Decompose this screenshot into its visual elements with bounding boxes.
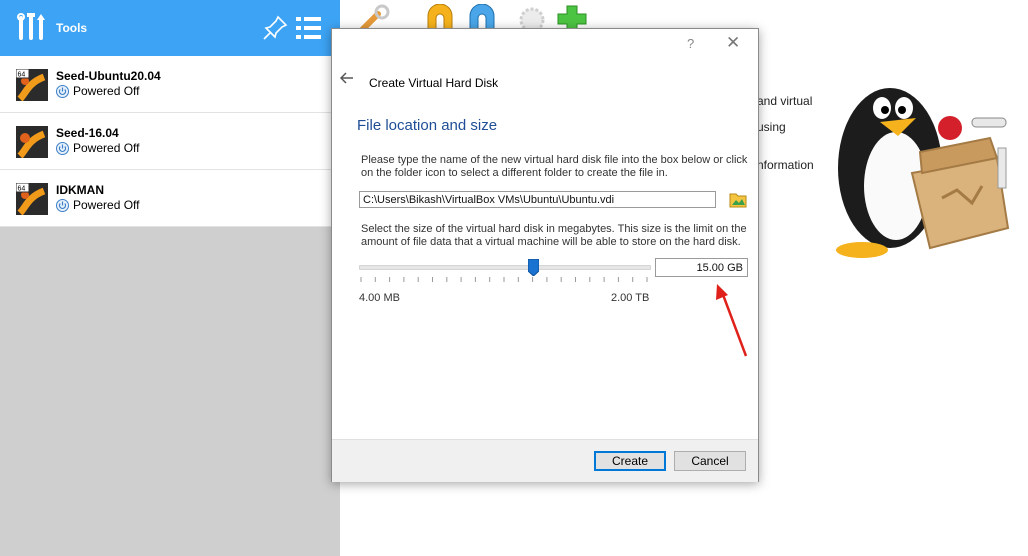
vm-status-text: Powered Off <box>73 198 140 212</box>
welcome-text-line: using <box>757 120 786 134</box>
vm-status: Powered Off <box>56 84 139 98</box>
close-button[interactable]: ✕ <box>726 33 740 53</box>
choose-folder-icon[interactable] <box>729 191 747 209</box>
vm-name: Seed-Ubuntu20.04 <box>56 69 161 83</box>
slider-ticks <box>360 277 648 282</box>
welcome-text-line: and virtual <box>757 94 813 108</box>
dialog-footer: Create Cancel <box>332 439 758 482</box>
tools-icon <box>16 12 46 47</box>
section-title: File location and size <box>357 117 498 134</box>
os-badge: 64 <box>18 72 26 79</box>
vm-list: 64 Seed-Ubuntu20.04 Powered Off Seed-16.… <box>0 56 340 227</box>
cancel-button[interactable]: Cancel <box>674 451 746 471</box>
vm-status-text: Powered Off <box>73 141 140 155</box>
back-arrow-icon[interactable] <box>339 71 354 89</box>
penguin-toolbox-illustration <box>822 78 1022 261</box>
dialog-title: Create Virtual Hard Disk <box>369 76 499 90</box>
os-badge: 64 <box>18 186 26 193</box>
vm-list-panel: Tools 64 Seed-Ubuntu20.04 Powered Off Se… <box>0 0 340 556</box>
file-location-instructions: Please type the name of the new virtual … <box>361 154 748 179</box>
file-path-input[interactable] <box>359 191 716 208</box>
slider-min-label: 4.00 MB <box>359 292 400 304</box>
power-off-icon <box>56 84 69 98</box>
welcome-text-line: nformation <box>757 158 814 172</box>
slider-thumb[interactable] <box>527 258 539 277</box>
vm-item-seed-16[interactable]: Seed-16.04 Powered Off <box>0 113 340 170</box>
vm-item-seed-ubuntu20[interactable]: 64 Seed-Ubuntu20.04 Powered Off <box>0 56 340 113</box>
vm-item-idkman[interactable]: 64 IDKMAN Powered Off <box>0 170 340 227</box>
ubuntu-os-icon: 64 <box>15 68 48 102</box>
menu-icon[interactable] <box>296 16 322 43</box>
ubuntu-os-icon: 64 <box>15 182 48 216</box>
annotation-arrow <box>700 280 760 363</box>
vm-name: Seed-16.04 <box>56 126 119 140</box>
vm-status-text: Powered Off <box>73 84 140 98</box>
power-off-icon <box>56 198 69 212</box>
vm-status: Powered Off <box>56 141 139 155</box>
ubuntu-os-icon <box>16 126 48 159</box>
vm-status: Powered Off <box>56 198 139 212</box>
tools-label: Tools <box>56 21 88 35</box>
disk-size-slider[interactable] <box>359 258 651 285</box>
pin-icon[interactable] <box>262 15 288 44</box>
help-button[interactable]: ? <box>687 36 694 51</box>
slider-max-label: 2.00 TB <box>611 292 650 304</box>
power-off-icon <box>56 141 69 155</box>
size-instructions: Select the size of the virtual hard disk… <box>361 223 747 248</box>
slider-track[interactable] <box>359 265 651 270</box>
disk-size-input[interactable] <box>655 258 748 277</box>
create-virtual-hard-disk-dialog: ? ✕ Create Virtual Hard Disk File locati… <box>331 28 759 482</box>
tools-header[interactable]: Tools <box>0 0 340 56</box>
vm-name: IDKMAN <box>56 183 104 197</box>
create-button[interactable]: Create <box>594 451 666 471</box>
